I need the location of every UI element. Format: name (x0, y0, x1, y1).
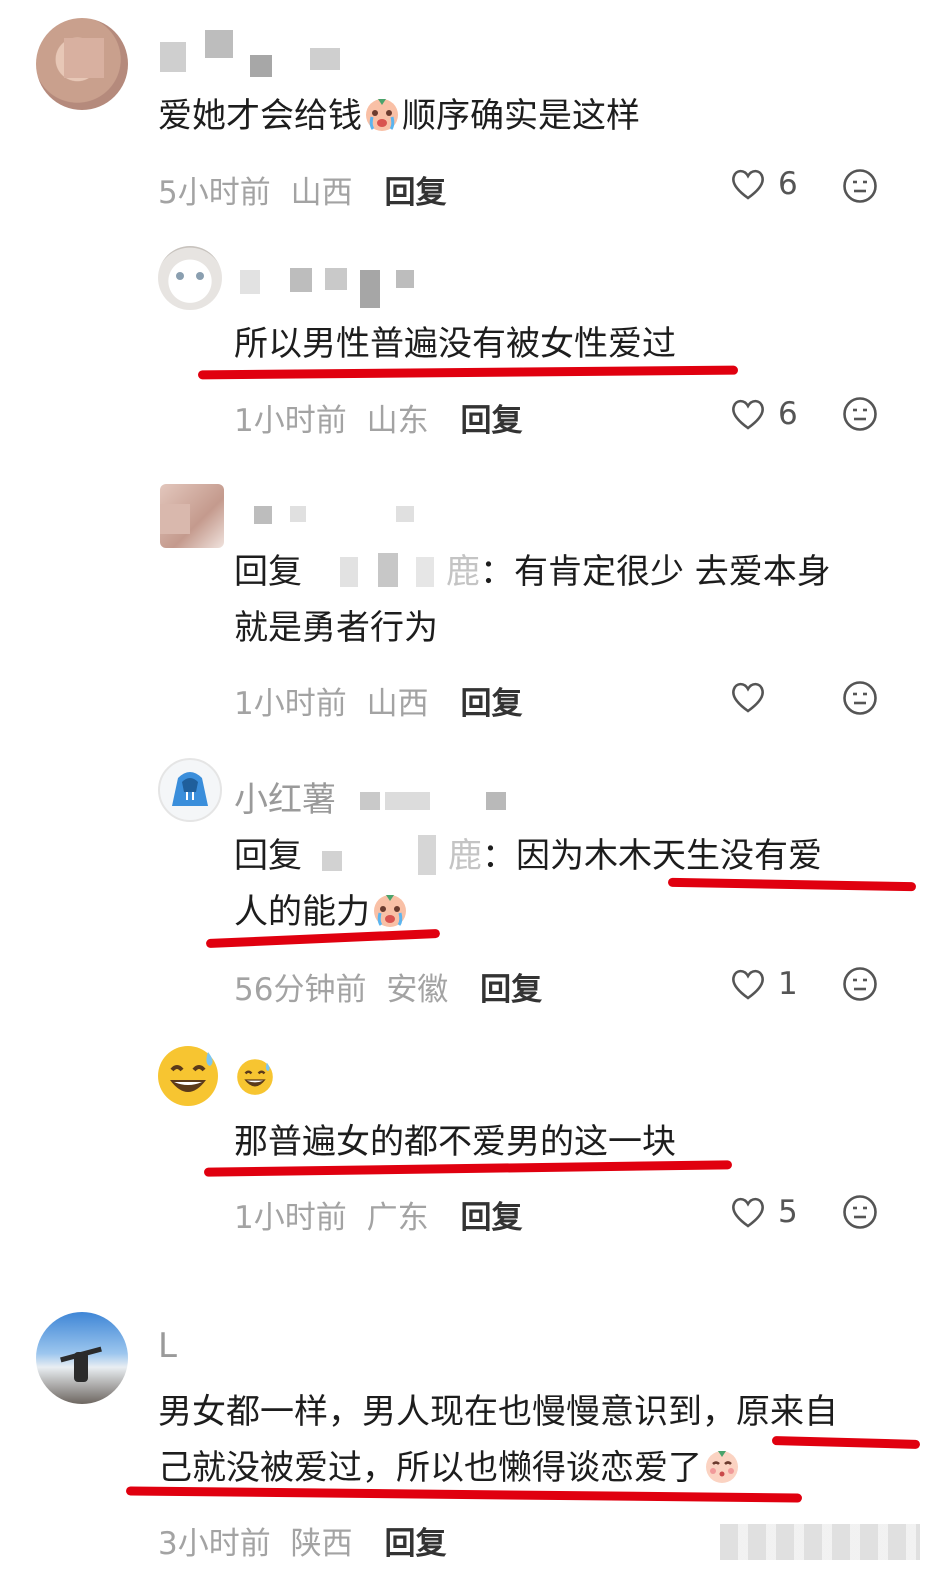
comment-1: 爱她才会给钱 顺序确实是这样 5小时前 山西 回复 6 (0, 0, 935, 230)
comment-6: L 男女都一样，男人现在也慢慢意识到，原来自 己就没被爱过，所以也懒得谈恋爱了 … (0, 1300, 935, 1570)
comment-text: 所以男性普遍没有被女性爱过 (234, 324, 676, 364)
heart-icon (732, 682, 764, 713)
reply-target-blurred[interactable] (302, 835, 448, 875)
reply-button[interactable]: 回复 (384, 175, 446, 211)
sweat-smile-emoji-avatar[interactable] (156, 1044, 220, 1108)
crying-emoji-icon (366, 99, 398, 131)
heart-icon (732, 169, 764, 200)
comment-meta: 1小时前 广东 回复 (234, 1200, 523, 1236)
avatar[interactable] (158, 246, 222, 310)
reply-button[interactable]: 回复 (480, 972, 542, 1008)
reply-prefix: 回复 (234, 552, 302, 592)
hoodie-avatar-icon (172, 772, 208, 806)
dislike-face-icon[interactable] (842, 396, 878, 432)
like-button[interactable]: 6 (730, 396, 798, 432)
avatar[interactable] (160, 484, 224, 548)
comment-meta: 1小时前 山东 回复 (234, 403, 523, 439)
comment-2: 所以男性普遍没有被女性爱过 1小时前 山东 回复 6 (0, 230, 935, 480)
dislike-face-icon[interactable] (842, 1194, 878, 1230)
like-button[interactable]: 5 (730, 1194, 798, 1230)
avatar[interactable] (36, 1312, 128, 1404)
watermark-blurred (720, 1524, 920, 1560)
reply-prefix: 回复 (234, 836, 302, 876)
comment-meta: 3小时前 陕西 回复 (158, 1526, 447, 1562)
comment-meta: 5小时前 山西 回复 (158, 175, 447, 211)
like-count: 1 (778, 966, 798, 1002)
dislike-face-icon[interactable] (842, 680, 878, 716)
comment-text: 爱她才会给钱 顺序确实是这样 (158, 88, 640, 144)
like-button[interactable]: 6 (730, 166, 798, 202)
avatar[interactable] (36, 18, 128, 110)
sweat-smile-emoji-icon (237, 1059, 273, 1095)
like-count: 6 (778, 166, 798, 202)
like-button[interactable] (730, 680, 778, 714)
comment-text: 男女都一样，男人现在也慢慢意识到，原来自 己就没被爱过，所以也懒得谈恋爱了 (158, 1392, 838, 1488)
comment-meta: 1小时前 山西 回复 (234, 686, 523, 722)
avatar[interactable] (158, 758, 222, 822)
heart-icon (732, 399, 764, 430)
username[interactable]: L (158, 1326, 177, 1366)
crying-emoji-icon (374, 895, 406, 927)
blush-emoji-icon (706, 1451, 738, 1483)
comment-4: 小红薯 回复 鹿：因为木木天生没有爱 人的能力 56分钟前 安徽 回复 1 (0, 750, 935, 1020)
comment-meta: 56分钟前 安徽 回复 (234, 972, 543, 1008)
like-count: 6 (778, 396, 798, 432)
reply-button[interactable]: 回复 (384, 1526, 446, 1562)
heart-icon (732, 969, 764, 1000)
username[interactable]: 小红薯 (234, 772, 336, 821)
comment-5: 那普遍女的都不爱男的这一块 1小时前 广东 回复 5 (0, 1030, 935, 1270)
dislike-face-icon[interactable] (842, 966, 878, 1002)
reply-button[interactable]: 回复 (460, 686, 522, 722)
like-button[interactable]: 1 (730, 966, 798, 1002)
comment-text: 回复 鹿：有肯定很少 去爱本身 就是勇者行为 (234, 552, 831, 648)
heart-icon (732, 1197, 764, 1228)
reply-button[interactable]: 回复 (460, 1200, 522, 1236)
reply-target-blurred[interactable] (302, 553, 446, 587)
dislike-face-icon[interactable] (842, 168, 878, 204)
comment-3: 回复 鹿：有肯定很少 去爱本身 就是勇者行为 1小时前 山西 回复 (0, 480, 935, 730)
like-count: 5 (778, 1194, 798, 1230)
reply-button[interactable]: 回复 (460, 403, 522, 439)
